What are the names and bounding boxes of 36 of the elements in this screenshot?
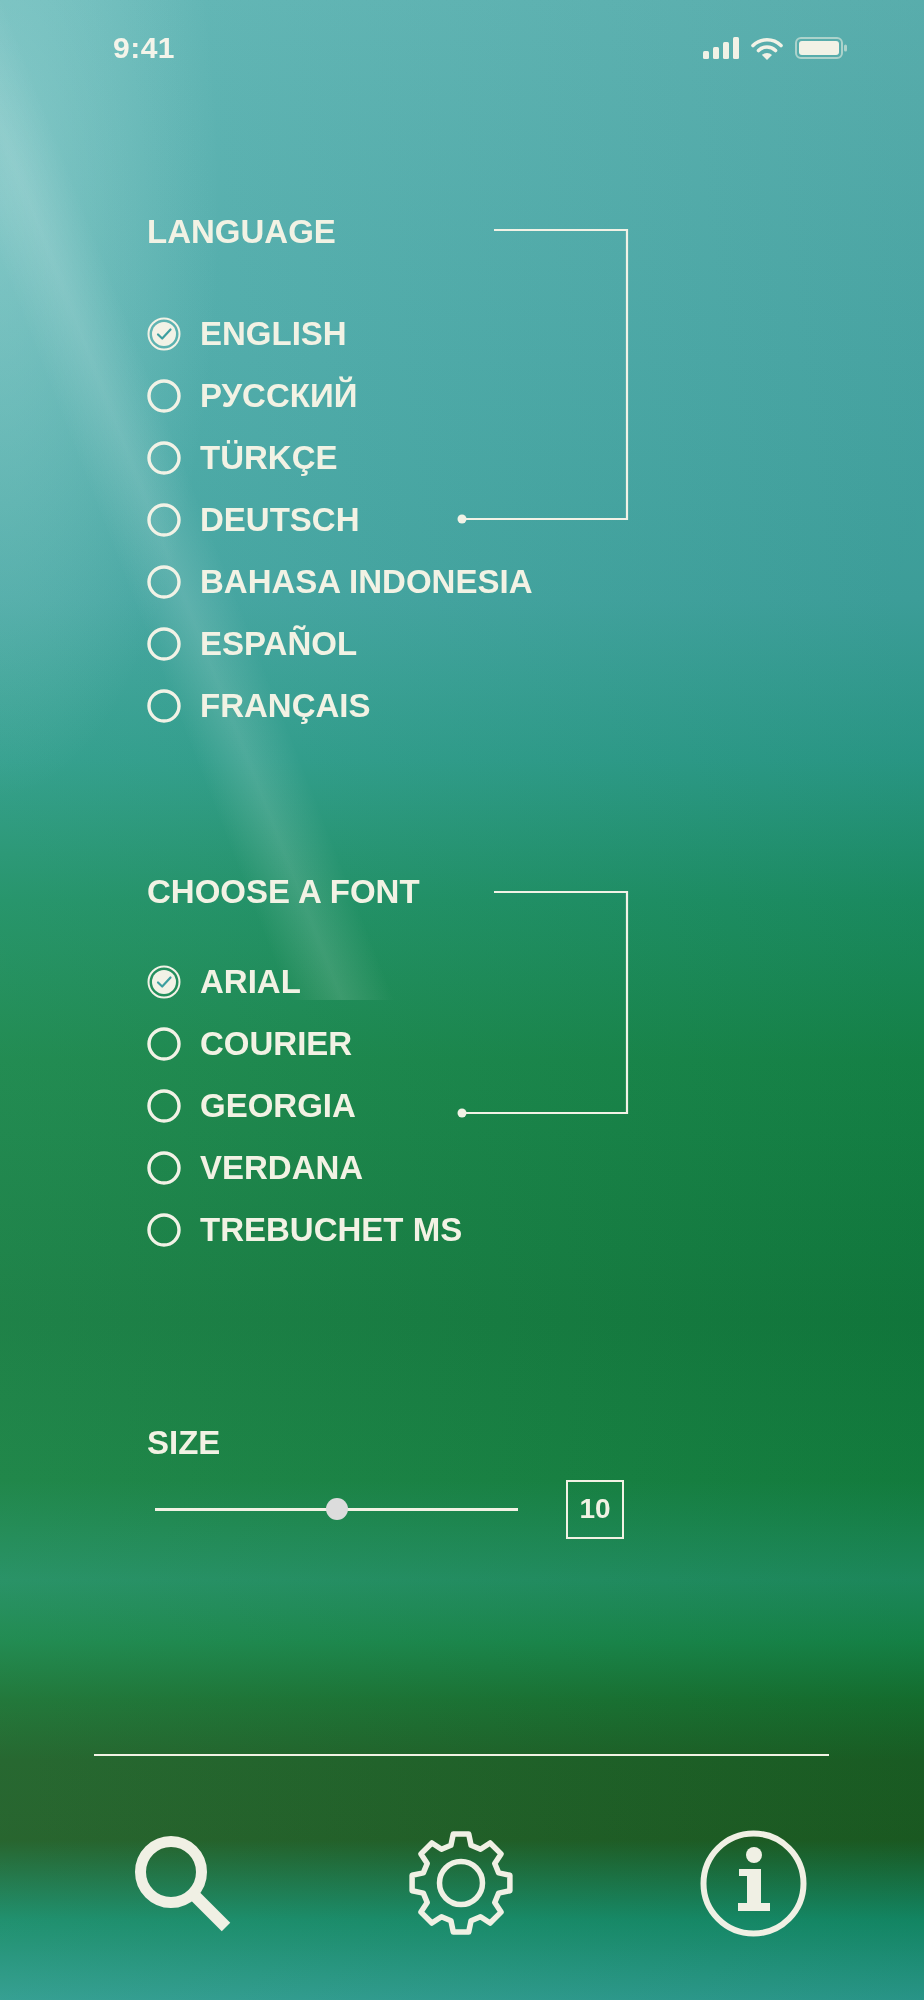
radio-button[interactable] [147,503,181,537]
font-option[interactable]: COURIER [147,1013,353,1075]
language-option[interactable]: BAHASA INDONESIA [147,551,533,613]
language-option[interactable]: DEUTSCH [147,489,360,551]
radio-button[interactable] [147,317,181,351]
settings-icon[interactable] [406,1828,516,1938]
radio-button[interactable] [147,627,181,661]
search-icon[interactable] [134,1834,231,1932]
radio-button[interactable] [147,1151,181,1185]
section-heading: LANGUAGE [147,212,336,252]
status-time: 9:41 [113,31,176,65]
radio-button[interactable] [147,379,181,413]
font-option[interactable]: TREBUCHET MS [147,1199,463,1261]
font-option[interactable]: GEORGIA [147,1075,356,1137]
size-value-display: 10 [566,1479,624,1539]
radio-button[interactable] [147,1213,181,1247]
radio-button[interactable] [147,1089,181,1123]
language-option[interactable]: ESPAÑOL [147,613,358,675]
section-heading: SIZE [147,1423,221,1463]
battery-icon [795,37,847,59]
language-option[interactable]: FRANÇAIS [147,675,371,737]
radio-button[interactable] [147,1027,181,1061]
radio-button[interactable] [147,689,181,723]
section-heading: CHOOSE A FONT [147,872,420,912]
radio-button[interactable] [147,441,181,475]
language-option[interactable]: ENGLISH [147,303,347,365]
font-option[interactable]: ARIAL [147,951,301,1013]
radio-button[interactable] [147,965,181,999]
radio-button[interactable] [147,565,181,599]
language-option[interactable]: TÜRKÇE [147,427,338,489]
slider-thumb[interactable] [325,1498,348,1520]
font-option[interactable]: VERDANA [147,1137,364,1199]
info-icon[interactable] [700,1829,807,1937]
wifi-icon [751,36,783,60]
language-option[interactable]: РУССКИЙ [147,365,358,427]
signal-icon [703,37,739,59]
